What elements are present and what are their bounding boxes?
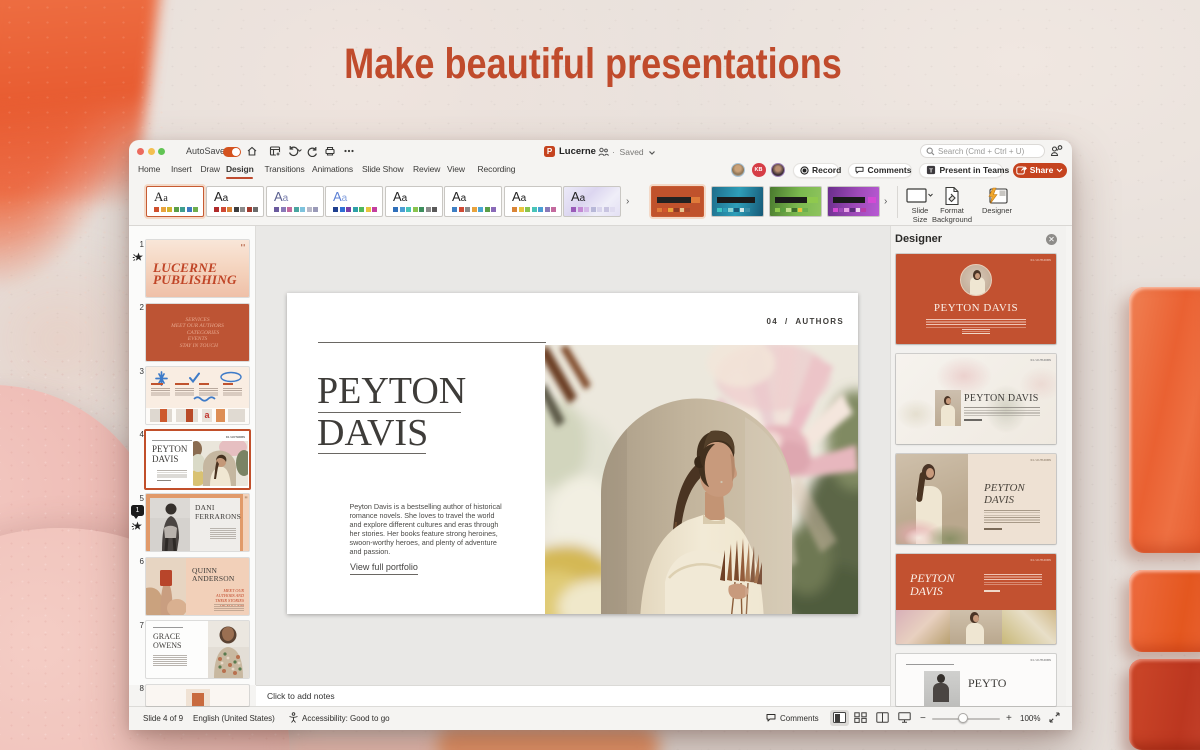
svg-text:T: T [929, 168, 933, 174]
